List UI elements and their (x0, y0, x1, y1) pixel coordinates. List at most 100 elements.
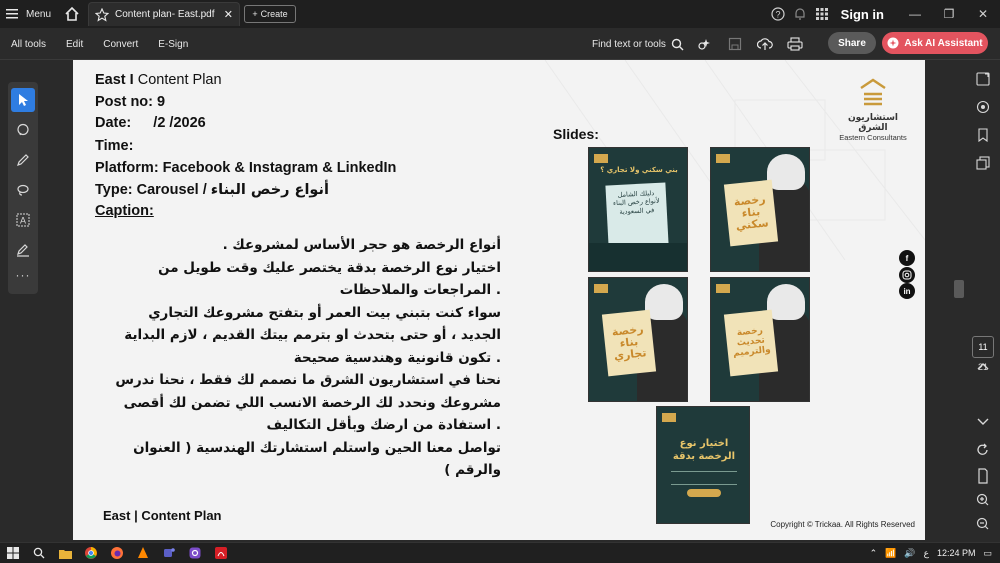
hamburger-icon (6, 9, 18, 19)
find-tools-button[interactable]: Find text or tools (592, 28, 684, 60)
find-label: Find text or tools (592, 38, 666, 50)
upload-icon[interactable] (754, 33, 776, 55)
menu-button[interactable]: Menu (6, 4, 51, 24)
caption-line: نحنا في استشاريون الشرق ما نصمم لك فقط ،… (115, 372, 501, 388)
copy-pages-icon[interactable] (972, 152, 994, 174)
chat-icon[interactable] (972, 96, 994, 118)
platform-line: Platform: Facebook & Instagram & LinkedI… (95, 160, 397, 176)
file-explorer-icon[interactable] (58, 546, 72, 560)
ai-tools-icon[interactable] (694, 33, 716, 55)
slide-brand-mark (594, 154, 608, 163)
caption-line: . المراجعات والملاحظات (339, 282, 501, 298)
bell-icon[interactable] (789, 3, 811, 25)
slides-label: Slides: (553, 126, 599, 142)
apps-grid-icon[interactable] (811, 3, 833, 25)
slide-thumbnail-2[interactable]: رخصة بناء سكني (710, 147, 810, 272)
plus-icon: + (252, 9, 258, 19)
slide-thumbnail-5[interactable]: اختيار نوع الرخصة بدقة (656, 406, 750, 524)
pencil-icon[interactable] (11, 148, 35, 172)
page-fit-icon[interactable] (972, 468, 994, 489)
select-cursor-icon[interactable] (11, 88, 35, 112)
chevron-up-icon[interactable]: ⌃ (870, 548, 878, 559)
create-button[interactable]: + Create (244, 5, 296, 23)
svg-text:?: ? (775, 10, 780, 20)
zoom-in-icon[interactable] (972, 492, 994, 513)
home-icon[interactable] (62, 4, 82, 24)
input-language[interactable]: ع (924, 548, 929, 559)
slide-text: رخصة بناء سكني (733, 192, 770, 233)
current-page-input[interactable]: 11 (972, 336, 994, 358)
clock-time[interactable]: 12:24 PM (937, 548, 976, 558)
notification-icon[interactable]: ▭ (983, 548, 992, 559)
document-tab[interactable]: Content plan- East.pdf ✕ (88, 2, 240, 26)
sign-icon[interactable] (11, 238, 35, 262)
time-line: Time: (95, 138, 134, 154)
caption-line: . استفادة من ارضك وبأقل التكاليف (266, 417, 501, 433)
firefox-icon[interactable] (110, 546, 124, 560)
zoom-out-icon[interactable] (972, 516, 994, 537)
network-icon[interactable]: 📶 (885, 548, 896, 559)
windows-taskbar: ⌃ 📶 🔊 ع 12:24 PM ▭ (0, 542, 1000, 562)
help-icon[interactable]: ? (767, 3, 789, 25)
save-icon[interactable] (724, 33, 746, 55)
close-tab-icon[interactable]: ✕ (224, 8, 233, 21)
star-icon[interactable] (95, 7, 109, 22)
company-logo: استشاريون الشرق Eastern Consultants (835, 76, 911, 142)
convert-menu[interactable]: Convert (103, 39, 138, 50)
slide-thumbnail-4[interactable]: رخصة تحديث والترميم (710, 277, 810, 402)
sign-in-button[interactable]: Sign in (841, 7, 884, 22)
minimize-button[interactable]: — (898, 0, 932, 28)
acrobat-icon[interactable] (214, 546, 228, 560)
pdf-page: East I Content Plan Post no: 9 Date: /2 … (73, 60, 925, 540)
slide-text: رخصة بناء تجاري (611, 322, 648, 363)
vlc-icon[interactable] (136, 546, 150, 560)
slide-text: رخصة تحديث والترميم (732, 325, 772, 359)
caption-line: سواء كنت بتبني بيت العمر أو بتفتح مشروعك… (148, 304, 501, 321)
caption-line: أنواع الرخصة هو حجر الأساس لمشروعك . (222, 237, 501, 253)
comment-icon[interactable] (11, 118, 35, 142)
instagram-icon[interactable] (899, 267, 915, 283)
bookmark-icon[interactable] (972, 124, 994, 146)
teams-icon[interactable] (162, 546, 176, 560)
doc-title: Content Plan (137, 72, 222, 88)
tab-title: Content plan- East.pdf (115, 9, 215, 20)
app-icon[interactable] (188, 546, 202, 560)
scroll-down-icon[interactable] (972, 414, 994, 433)
edit-pdf-icon[interactable] (972, 68, 994, 90)
print-icon[interactable] (784, 33, 806, 55)
restore-button[interactable]: ❐ (932, 0, 966, 28)
total-pages: 21 (977, 362, 988, 372)
linkedin-icon[interactable]: in (899, 283, 915, 299)
edit-menu[interactable]: Edit (66, 39, 83, 50)
more-tools-icon[interactable]: ··· (8, 268, 38, 282)
lasso-icon[interactable] (11, 178, 35, 202)
text-box-icon[interactable]: A (11, 208, 35, 232)
share-button[interactable]: Share (828, 32, 876, 54)
scrollbar-thumb[interactable] (954, 280, 964, 298)
caption-line: . تكون قانونية وهندسية صحيحة (293, 349, 501, 366)
refresh-icon[interactable] (972, 442, 994, 463)
all-tools-menu[interactable]: All tools (11, 39, 46, 50)
facebook-icon[interactable]: f (899, 250, 915, 266)
doc-header: East I Content Plan (95, 72, 222, 88)
ai-assistant-button[interactable]: Ask AI Assistant (882, 32, 988, 54)
chrome-icon[interactable] (84, 546, 98, 560)
logo-arabic-text: استشاريون الشرق (847, 113, 899, 133)
caption-line: مشروعك ونحدد لك الرخصة الانسب اللي تضمن … (123, 394, 501, 411)
taskbar-search-icon[interactable] (32, 546, 46, 560)
slide-thumbnail-1[interactable]: بني سكني ولا تجاري ؟ دليلك الشامل لأنواع… (588, 147, 688, 272)
slide-thumbnail-3[interactable]: رخصة بناء تجاري (588, 277, 688, 402)
slide-heading: بني سكني ولا تجاري ؟ (600, 166, 678, 174)
esign-menu[interactable]: E-Sign (158, 39, 188, 50)
volume-icon[interactable]: 🔊 (904, 548, 915, 559)
logo-mark-icon (860, 78, 886, 106)
copyright-text: Copyright © Trickaa. All Rights Reserved (770, 520, 915, 529)
date-line: Date: /2 /2026 (95, 115, 206, 131)
right-tool-rail (966, 64, 1000, 542)
left-tool-rail: A ··· (8, 82, 38, 294)
slide-text: دليلك الشامل لأنواع رخص البناء في السعود… (612, 189, 660, 216)
svg-text:A: A (20, 216, 26, 226)
close-window-button[interactable]: ✕ (966, 0, 1000, 28)
vertical-scrollbar[interactable] (952, 60, 966, 542)
windows-start-icon[interactable] (6, 546, 20, 560)
